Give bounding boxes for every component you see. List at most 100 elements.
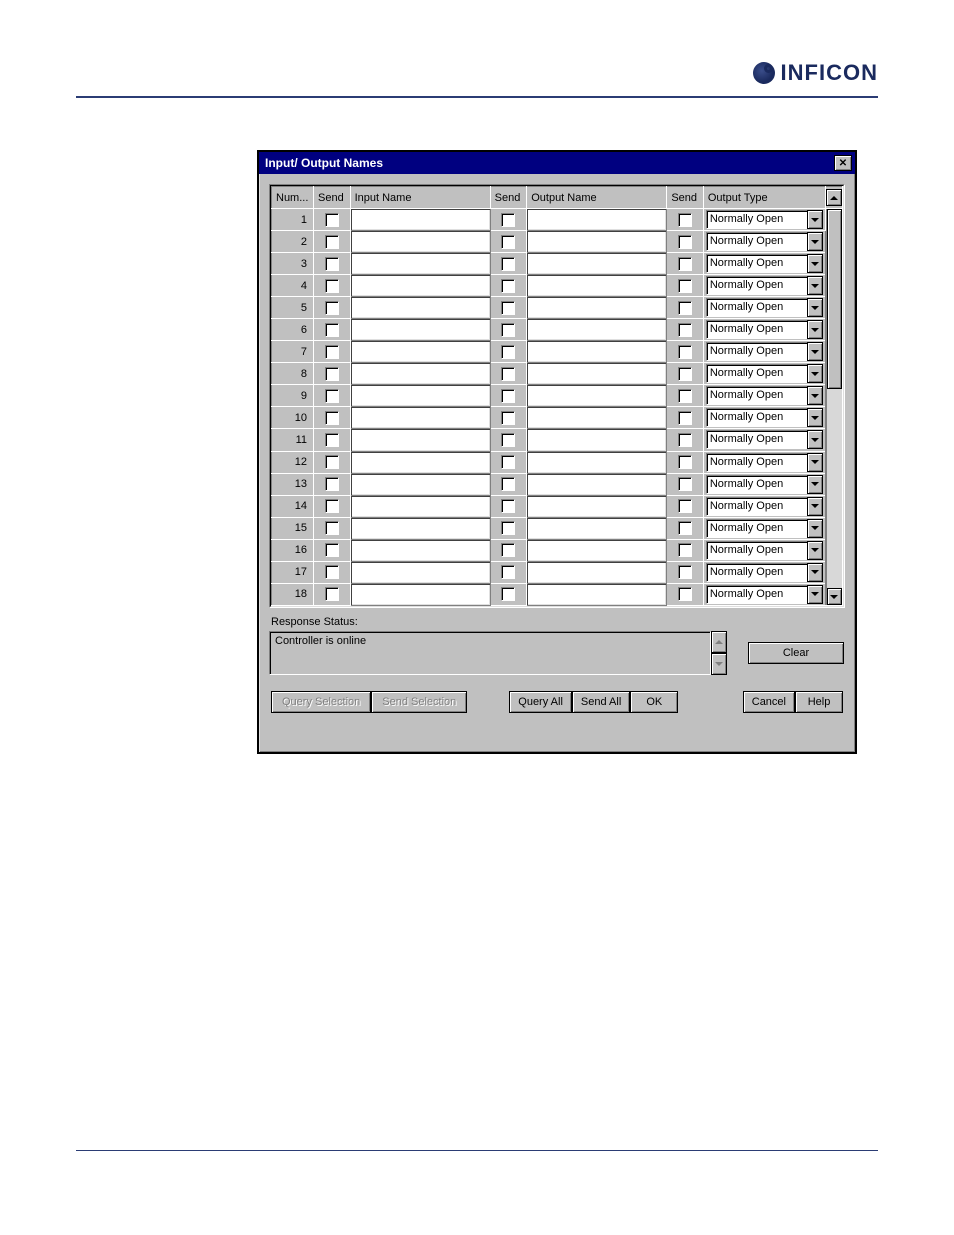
send-output-checkbox[interactable] (490, 451, 527, 473)
checkbox[interactable] (325, 521, 339, 535)
checkbox[interactable] (325, 499, 339, 513)
checkbox[interactable] (678, 323, 692, 337)
col-output-name[interactable]: Output Name (527, 187, 667, 209)
output-name-field[interactable] (527, 561, 667, 583)
checkbox[interactable] (325, 301, 339, 315)
checkbox[interactable] (678, 367, 692, 381)
checkbox[interactable] (678, 455, 692, 469)
status-scroll-up[interactable] (711, 631, 727, 653)
input-name-field[interactable] (350, 363, 490, 385)
checkbox[interactable] (678, 477, 692, 491)
send-type-checkbox[interactable] (667, 231, 704, 253)
output-type-dropdown-button[interactable] (807, 519, 823, 538)
scroll-up-button[interactable] (826, 189, 842, 206)
checkbox[interactable] (325, 455, 339, 469)
status-scrollbar[interactable] (711, 631, 727, 675)
dialog-titlebar[interactable]: Input/ Output Names ✕ (259, 152, 855, 174)
send-type-checkbox[interactable] (667, 319, 704, 341)
output-type-dropdown-button[interactable] (807, 541, 823, 560)
send-input-checkbox[interactable] (314, 539, 351, 561)
send-input-checkbox[interactable] (314, 363, 351, 385)
output-type-cell[interactable]: Normally Open (703, 583, 825, 605)
send-type-checkbox[interactable] (667, 363, 704, 385)
input-name-field[interactable] (350, 583, 490, 605)
output-type-cell[interactable]: Normally Open (703, 363, 825, 385)
input-name-field[interactable] (350, 319, 490, 341)
send-type-checkbox[interactable] (667, 495, 704, 517)
checkbox[interactable] (325, 543, 339, 557)
send-type-checkbox[interactable] (667, 561, 704, 583)
col-input-name[interactable]: Input Name (350, 187, 490, 209)
input-name-field[interactable] (350, 297, 490, 319)
input-name-field[interactable] (350, 517, 490, 539)
checkbox[interactable] (678, 565, 692, 579)
input-name-field[interactable] (350, 539, 490, 561)
close-button[interactable]: ✕ (834, 155, 852, 171)
query-all-button[interactable]: Query All (509, 691, 572, 713)
checkbox[interactable] (325, 235, 339, 249)
col-send2[interactable]: Send (490, 187, 527, 209)
output-type-cell[interactable]: Normally Open (703, 473, 825, 495)
checkbox[interactable] (678, 235, 692, 249)
checkbox[interactable] (501, 257, 515, 271)
checkbox[interactable] (501, 367, 515, 381)
send-type-checkbox[interactable] (667, 275, 704, 297)
checkbox[interactable] (325, 213, 339, 227)
checkbox[interactable] (501, 499, 515, 513)
send-output-checkbox[interactable] (490, 341, 527, 363)
send-type-checkbox[interactable] (667, 583, 704, 605)
output-name-field[interactable] (527, 451, 667, 473)
output-type-cell[interactable]: Normally Open (703, 231, 825, 253)
checkbox[interactable] (325, 389, 339, 403)
output-type-dropdown-button[interactable] (807, 320, 823, 339)
send-type-checkbox[interactable] (667, 473, 704, 495)
checkbox[interactable] (678, 389, 692, 403)
send-output-checkbox[interactable] (490, 363, 527, 385)
output-name-field[interactable] (527, 231, 667, 253)
ok-button[interactable]: OK (630, 691, 678, 713)
send-input-checkbox[interactable] (314, 297, 351, 319)
output-type-dropdown-button[interactable] (807, 298, 823, 317)
input-name-field[interactable] (350, 495, 490, 517)
table-scrollbar[interactable] (825, 209, 842, 606)
output-type-cell[interactable]: Normally Open (703, 385, 825, 407)
send-output-checkbox[interactable] (490, 539, 527, 561)
send-output-checkbox[interactable] (490, 385, 527, 407)
col-output-type[interactable]: Output Type (703, 187, 825, 209)
output-type-dropdown-button[interactable] (807, 210, 823, 229)
output-name-field[interactable] (527, 539, 667, 561)
output-type-dropdown-button[interactable] (807, 475, 823, 494)
output-type-dropdown-button[interactable] (807, 497, 823, 516)
send-all-button[interactable]: Send All (572, 691, 630, 713)
checkbox[interactable] (325, 411, 339, 425)
checkbox[interactable] (678, 521, 692, 535)
send-input-checkbox[interactable] (314, 209, 351, 231)
input-name-field[interactable] (350, 209, 490, 231)
output-name-field[interactable] (527, 275, 667, 297)
checkbox[interactable] (501, 565, 515, 579)
checkbox[interactable] (325, 345, 339, 359)
output-type-cell[interactable]: Normally Open (703, 495, 825, 517)
checkbox[interactable] (501, 587, 515, 601)
output-type-dropdown-button[interactable] (807, 408, 823, 427)
send-input-checkbox[interactable] (314, 275, 351, 297)
output-type-cell[interactable]: Normally Open (703, 253, 825, 275)
input-name-field[interactable] (350, 275, 490, 297)
send-output-checkbox[interactable] (490, 473, 527, 495)
checkbox[interactable] (501, 477, 515, 491)
input-name-field[interactable] (350, 429, 490, 451)
send-output-checkbox[interactable] (490, 209, 527, 231)
send-type-checkbox[interactable] (667, 209, 704, 231)
checkbox[interactable] (678, 213, 692, 227)
scrollbar-thumb[interactable] (827, 209, 842, 389)
output-name-field[interactable] (527, 341, 667, 363)
checkbox[interactable] (325, 565, 339, 579)
checkbox[interactable] (678, 257, 692, 271)
send-output-checkbox[interactable] (490, 253, 527, 275)
clear-button[interactable]: Clear (748, 642, 844, 664)
output-type-cell[interactable]: Normally Open (703, 319, 825, 341)
send-input-checkbox[interactable] (314, 231, 351, 253)
output-type-cell[interactable]: Normally Open (703, 429, 825, 451)
checkbox[interactable] (501, 235, 515, 249)
send-type-checkbox[interactable] (667, 297, 704, 319)
